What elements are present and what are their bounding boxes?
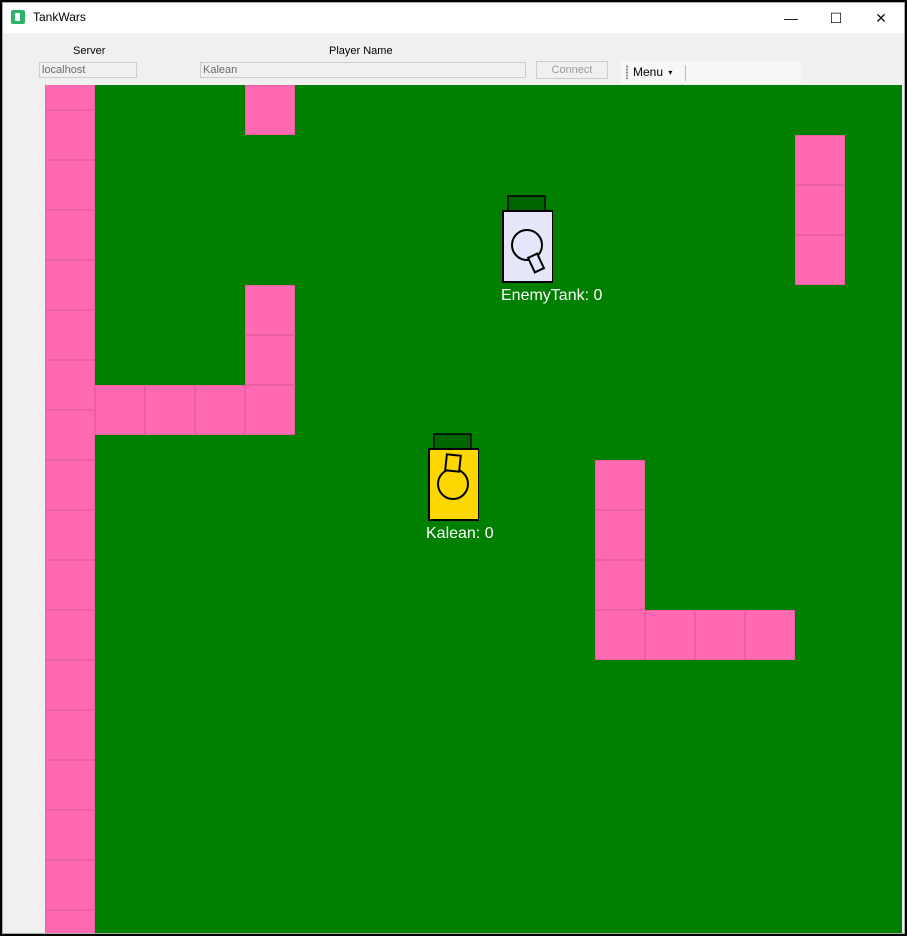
wall-block [45,910,95,933]
wall-block [795,235,845,285]
wall-block [45,210,95,260]
wall-block [45,360,95,410]
app-window: TankWars — ☐ ✕ Server localhost Player N… [2,2,905,934]
wall-block [95,385,145,435]
server-input[interactable]: localhost [39,62,137,78]
connect-button[interactable]: Connect [536,61,608,79]
wall-block [45,760,95,810]
wall-block [45,310,95,360]
enemy-tank-icon [502,195,553,283]
wall-block [45,510,95,560]
maximize-button[interactable]: ☐ [813,3,859,33]
wall-block [45,160,95,210]
minimize-button[interactable]: — [768,3,814,33]
player-tank-label: Kalean: 0 [426,525,494,542]
enemy-tank [501,195,553,283]
wall-block [45,110,95,160]
wall-block [695,610,745,660]
app-logo-icon [11,10,25,24]
menu-strip: Menu ▾ [621,61,801,83]
wall-block [45,460,95,510]
game-arena[interactable]: EnemyTank: 0 Kalean: 0 [45,85,902,933]
wall-block [195,385,245,435]
wall-block [245,85,295,135]
wall-block [145,385,195,435]
grip-handle-icon[interactable] [626,65,628,79]
wall-block [795,135,845,185]
wall-block [595,560,645,610]
wall-block [45,560,95,610]
wall-block [45,660,95,710]
left-margin [3,83,46,683]
wall-block [595,460,645,510]
wall-block [245,335,295,385]
wall-block [595,510,645,560]
close-button[interactable]: ✕ [858,3,904,33]
chevron-down-icon: ▾ [668,68,673,77]
player-name-label: Player Name [329,45,393,57]
player-tank-icon [428,433,479,521]
wall-block [795,185,845,235]
enemy-tank-label: EnemyTank: 0 [501,287,603,304]
title-bar[interactable]: TankWars — ☐ ✕ [3,3,904,33]
menu-label: Menu [633,65,664,79]
wall-block [45,260,95,310]
wall-block [245,285,295,335]
player-tank [427,433,479,521]
server-label: Server [73,45,106,57]
menu-button[interactable]: Menu ▾ [633,63,672,81]
wall-block [645,610,695,660]
wall-block [745,610,795,660]
window-title: TankWars [33,10,86,24]
wall-block [45,860,95,910]
wall-block [45,710,95,760]
wall-block [45,410,95,460]
wall-block [45,810,95,860]
wall-block [245,385,295,435]
wall-block [595,610,645,660]
player-name-input[interactable]: Kalean [200,62,526,78]
wall-block [45,85,95,110]
wall-block [45,610,95,660]
menu-separator [685,65,686,81]
